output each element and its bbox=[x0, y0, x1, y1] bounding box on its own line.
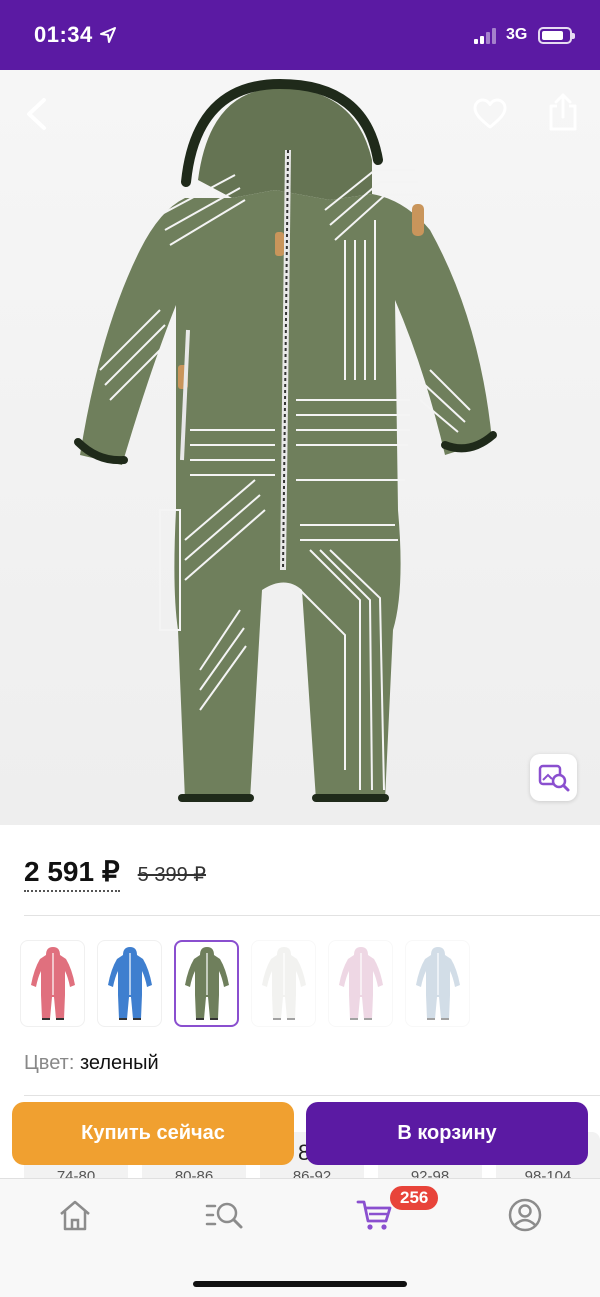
jumpsuit-thumbnail bbox=[338, 946, 383, 1020]
jumpsuit-thumbnail bbox=[415, 946, 460, 1020]
status-bar: 01:34 3G bbox=[0, 0, 600, 70]
price-current[interactable]: 2 591 ₽ bbox=[24, 855, 120, 892]
battery-icon bbox=[538, 27, 575, 44]
visual-search-icon bbox=[538, 764, 569, 791]
share-icon bbox=[549, 93, 577, 131]
favorite-button[interactable] bbox=[468, 92, 512, 136]
share-button[interactable] bbox=[541, 90, 585, 134]
catalog-search-icon bbox=[205, 1202, 243, 1229]
color-label: Цвет: bbox=[24, 1052, 75, 1074]
back-button[interactable] bbox=[14, 92, 58, 136]
size-label: 92-98 bbox=[410, 1168, 450, 1178]
buy-now-button[interactable]: Купить сейчас bbox=[12, 1102, 294, 1165]
tab-home[interactable] bbox=[55, 1195, 95, 1235]
add-to-cart-button[interactable]: В корзину bbox=[306, 1102, 588, 1165]
color-value: зеленый bbox=[79, 1052, 159, 1074]
color-swatch[interactable] bbox=[20, 940, 85, 1027]
color-swatch[interactable] bbox=[97, 940, 162, 1027]
home-indicator bbox=[193, 1281, 407, 1287]
divider bbox=[24, 1095, 600, 1096]
color-swatch[interactable] bbox=[328, 940, 393, 1027]
jumpsuit-thumbnail bbox=[30, 946, 75, 1020]
back-arrow-icon bbox=[27, 98, 46, 130]
size-label: 80-86 bbox=[174, 1168, 214, 1178]
location-arrow-icon bbox=[100, 27, 116, 43]
product-image[interactable] bbox=[0, 70, 600, 825]
color-row: Цвет: зеленый bbox=[24, 1052, 159, 1075]
jumpsuit-thumbnail bbox=[261, 946, 306, 1020]
status-time: 01:34 bbox=[34, 22, 93, 47]
size-label: 98-104 bbox=[524, 1168, 572, 1178]
tab-profile[interactable] bbox=[505, 1195, 545, 1235]
home-icon bbox=[60, 1200, 90, 1231]
tab-catalog[interactable] bbox=[205, 1195, 245, 1235]
size-label: 86-92 bbox=[292, 1168, 332, 1178]
visual-search-button[interactable] bbox=[530, 754, 577, 801]
jumpsuit-thumbnail bbox=[184, 946, 229, 1020]
heart-icon bbox=[473, 98, 507, 129]
color-swatch[interactable] bbox=[174, 940, 239, 1027]
profile-icon bbox=[508, 1198, 542, 1232]
color-swatch[interactable] bbox=[405, 940, 470, 1027]
jumpsuit-image bbox=[74, 78, 497, 802]
price-row: 2 591 ₽ 5 399 ₽ bbox=[24, 855, 206, 895]
size-label: 74-80 bbox=[56, 1168, 96, 1178]
tab-bar: 256 bbox=[0, 1178, 600, 1297]
divider bbox=[24, 915, 600, 916]
price-old: 5 399 ₽ bbox=[137, 864, 207, 886]
network-type: 3G bbox=[506, 26, 528, 43]
jumpsuit-thumbnail bbox=[107, 946, 152, 1020]
signal-icon bbox=[474, 28, 500, 44]
cart-count-badge: 256 bbox=[388, 1184, 441, 1212]
color-swatches bbox=[20, 940, 482, 1027]
color-swatch[interactable] bbox=[251, 940, 316, 1027]
